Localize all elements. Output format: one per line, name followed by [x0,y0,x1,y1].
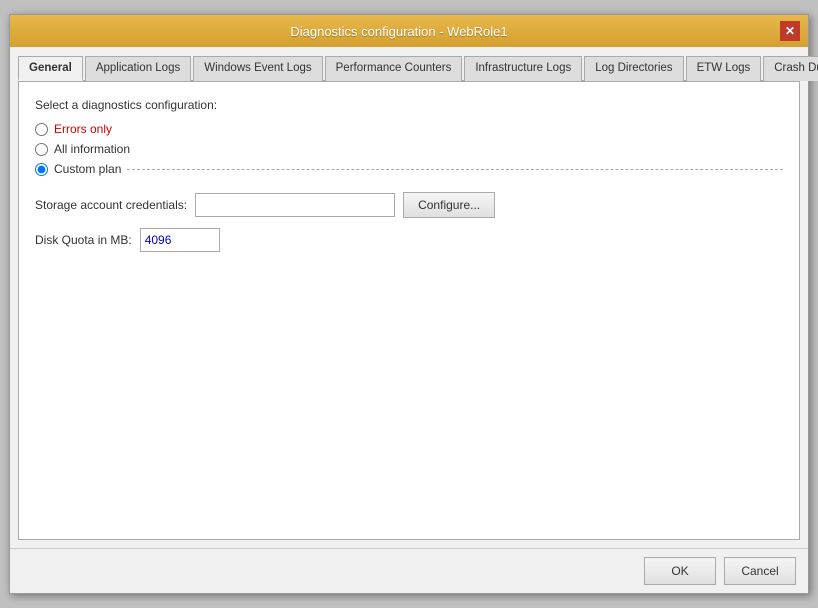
tab-etw-logs[interactable]: ETW Logs [686,56,762,81]
title-bar-controls: ✕ [780,21,800,41]
storage-label: Storage account credentials: [35,198,187,212]
dialog-window: Diagnostics configuration - WebRole1 ✕ G… [9,14,809,594]
radio-custom-plan-label[interactable]: Custom plan [54,162,121,176]
tab-performance-counters[interactable]: Performance Counters [325,56,463,81]
ok-button[interactable]: OK [644,557,716,585]
tab-general[interactable]: General [18,56,83,81]
tab-infrastructure-logs[interactable]: Infrastructure Logs [464,56,582,81]
radio-all-information-row: All information [35,142,783,156]
disk-quota-row: Disk Quota in MB: [35,228,783,252]
section-label: Select a diagnostics configuration: [35,98,783,112]
storage-account-row: Storage account credentials: Configure..… [35,192,783,218]
title-bar-text: Diagnostics configuration - WebRole1 [18,24,780,39]
dialog-footer: OK Cancel [10,548,808,593]
tab-log-directories[interactable]: Log Directories [584,56,683,81]
radio-all-information-label[interactable]: All information [54,142,130,156]
radio-custom-plan-row: Custom plan [35,162,783,176]
close-button[interactable]: ✕ [780,21,800,41]
tab-windows-event-logs[interactable]: Windows Event Logs [193,56,322,81]
configure-button[interactable]: Configure... [403,192,495,218]
storage-input[interactable] [195,193,395,217]
radio-custom-plan[interactable] [35,163,48,176]
custom-plan-divider [127,169,783,170]
tab-bar: General Application Logs Windows Event L… [18,55,800,82]
disk-label: Disk Quota in MB: [35,233,132,247]
disk-quota-input[interactable] [140,228,220,252]
content-panel: Select a diagnostics configuration: Erro… [18,82,800,540]
radio-errors-only[interactable] [35,123,48,136]
tab-crash-dumps[interactable]: Crash Dumps [763,56,818,81]
cancel-button[interactable]: Cancel [724,557,796,585]
radio-errors-only-row: Errors only [35,122,783,136]
radio-errors-only-label[interactable]: Errors only [54,122,112,136]
title-bar: Diagnostics configuration - WebRole1 ✕ [10,15,808,47]
dialog-body: General Application Logs Windows Event L… [10,47,808,548]
tab-application-logs[interactable]: Application Logs [85,56,191,81]
radio-all-information[interactable] [35,143,48,156]
radio-group: Errors only All information Custom plan [35,122,783,176]
